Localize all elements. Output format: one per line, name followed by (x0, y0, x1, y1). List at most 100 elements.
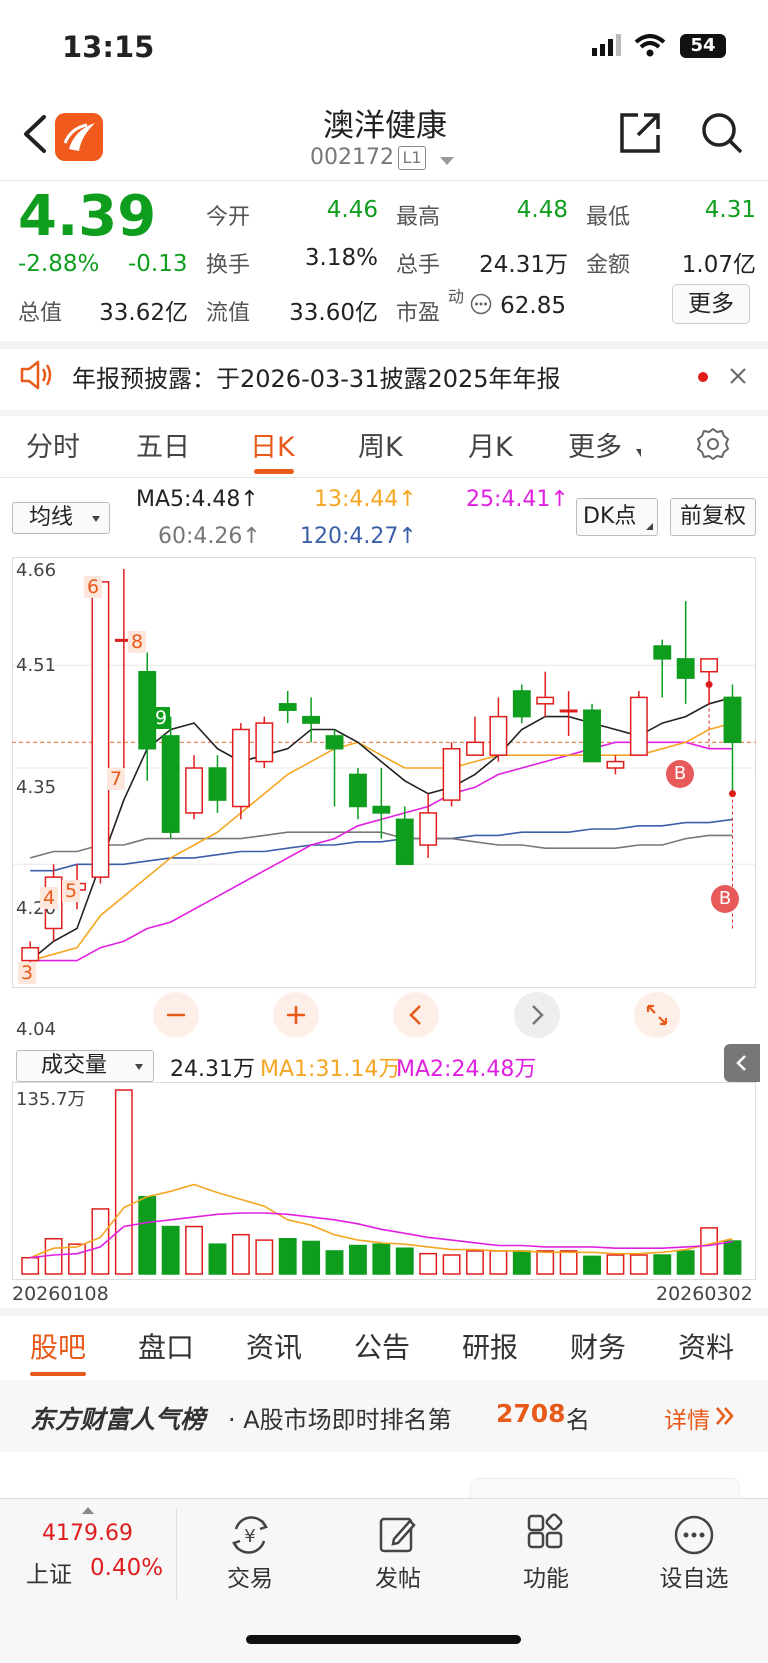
turnover-label: 换手 (206, 253, 251, 278)
candle-body (21, 946, 40, 962)
price-tick: 4.04 (16, 1019, 57, 1040)
rank-text-pre: · A股市场即时排名第 (228, 1406, 452, 1434)
search-icon[interactable] (700, 111, 744, 155)
watchlist-label[interactable]: 设自选 (644, 1559, 744, 1593)
dk-point-button[interactable]: DK点 (576, 498, 658, 536)
active-tab-indicator (254, 469, 294, 474)
more-quote-button[interactable]: 更多 (672, 284, 750, 324)
buy-marker[interactable]: B (666, 760, 694, 788)
tab-weekly-k[interactable]: 周K (358, 425, 403, 464)
more-dots-icon[interactable] (672, 1513, 716, 1557)
period-tabs: 分时 五日 日K 周K 月K 更多 (0, 415, 768, 477)
back-arrow-icon[interactable] (16, 113, 56, 155)
chevron-up-icon[interactable] (82, 1507, 94, 1514)
candle-label: 7 (107, 768, 126, 790)
candle-body (536, 696, 555, 705)
chevron-down-icon[interactable] (440, 157, 454, 165)
tab-finance[interactable]: 财务 (570, 1326, 626, 1366)
tab-guba[interactable]: 股吧 (30, 1326, 86, 1366)
tab-profile[interactable]: 资料 (678, 1326, 734, 1366)
battery-icon: 54 (680, 34, 726, 58)
function-label[interactable]: 功能 (496, 1559, 596, 1593)
tab-announcements[interactable]: 公告 (354, 1326, 410, 1366)
candle-body (489, 715, 508, 756)
volume-bar (653, 1254, 672, 1275)
candle-body (231, 728, 250, 808)
volume-bar (348, 1244, 367, 1275)
volume-chart[interactable] (12, 1082, 756, 1280)
candle-body (91, 581, 110, 878)
popularity-rank-bar[interactable]: 东方财富人气榜 · A股市场即时排名第 2708 名 详情 (0, 1380, 768, 1452)
candle-body (676, 658, 695, 679)
pe-label: 市盈 (396, 301, 441, 326)
volume-bar (138, 1195, 157, 1275)
volume-bar (629, 1254, 648, 1275)
status-time: 13:15 (62, 30, 155, 64)
notice-bar[interactable]: 年报预披露：于2026-03-31披露2025年年报 (0, 342, 768, 410)
volume-bar (419, 1252, 438, 1275)
volume-label: 总手 (396, 253, 441, 278)
tab-more[interactable]: 更多 (568, 425, 622, 464)
apps-icon[interactable] (524, 1513, 568, 1557)
volume-bar (278, 1237, 297, 1275)
tab-daily-k[interactable]: 日K (250, 425, 295, 464)
rank-detail-link[interactable]: 详情 (664, 1401, 710, 1435)
tab-intraday[interactable]: 分时 (26, 425, 80, 464)
tab-research[interactable]: 研报 (462, 1326, 518, 1366)
share-icon[interactable] (618, 111, 662, 155)
candle-body (559, 709, 578, 713)
section-gap (0, 1308, 768, 1316)
adjust-button[interactable]: 前复权 (670, 498, 756, 536)
tab-monthly-k[interactable]: 月K (468, 425, 513, 464)
pe-sup: 动 (448, 287, 465, 306)
volume-bar (68, 1243, 86, 1275)
change-abs: -0.13 (128, 251, 188, 277)
candle-body (325, 735, 344, 750)
tab-five-day[interactable]: 五日 (136, 425, 190, 464)
ma120-value: 120:4.27↑ (300, 524, 417, 549)
indicator-select[interactable]: 均线 (12, 502, 110, 534)
level-badge[interactable]: L1 (398, 146, 426, 170)
open-value: 4.46 (326, 197, 378, 223)
fullscreen-button[interactable] (634, 992, 680, 1038)
scroll-left-button[interactable] (393, 992, 439, 1038)
more-caret-icon (636, 449, 641, 457)
volume-indicator-select[interactable]: 成交量 (16, 1050, 154, 1082)
volume-bar (466, 1250, 484, 1275)
volume-bar (255, 1239, 274, 1275)
candle-body (629, 696, 648, 756)
marker-dot (728, 790, 736, 798)
candle-body (255, 722, 274, 763)
content-card-edge (470, 1478, 740, 1498)
post-label[interactable]: 发帖 (348, 1559, 448, 1593)
buy-marker[interactable]: B (711, 885, 739, 913)
speaker-icon (20, 360, 52, 390)
trade-icon[interactable]: ¥ (228, 1513, 272, 1557)
vol-ma1: MA1:31.14万 (260, 1057, 401, 1082)
index-name: 上证 (26, 1562, 72, 1588)
open-label: 今开 (206, 205, 251, 230)
price-tick: 4.51 (16, 655, 57, 676)
zoom-out-button[interactable] (153, 992, 199, 1038)
zoom-in-button[interactable] (273, 992, 319, 1038)
volume-bar (489, 1250, 508, 1275)
candle-body (161, 735, 180, 833)
ma60-value: 60:4.26↑ (158, 524, 261, 549)
candle-label: 6 (84, 576, 103, 598)
gear-icon[interactable] (696, 427, 730, 461)
volume-bar (114, 1089, 133, 1275)
scroll-right-button[interactable] (514, 992, 560, 1038)
stock-header: 澳洋健康 002172 L1 (0, 95, 768, 180)
high-value: 4.48 (516, 197, 568, 223)
pe-value: 62.85 (500, 293, 566, 319)
tab-news[interactable]: 资讯 (246, 1326, 302, 1366)
compose-post-icon[interactable] (376, 1513, 420, 1557)
low-label: 最低 (586, 205, 631, 230)
collapse-panel-button[interactable] (724, 1044, 760, 1082)
home-indicator (246, 1635, 521, 1644)
trade-label[interactable]: 交易 (200, 1559, 300, 1593)
close-icon[interactable] (728, 366, 748, 386)
info-icon[interactable] (470, 293, 492, 315)
candlestick-chart[interactable] (12, 557, 756, 1047)
tab-pankou[interactable]: 盘口 (138, 1326, 194, 1366)
